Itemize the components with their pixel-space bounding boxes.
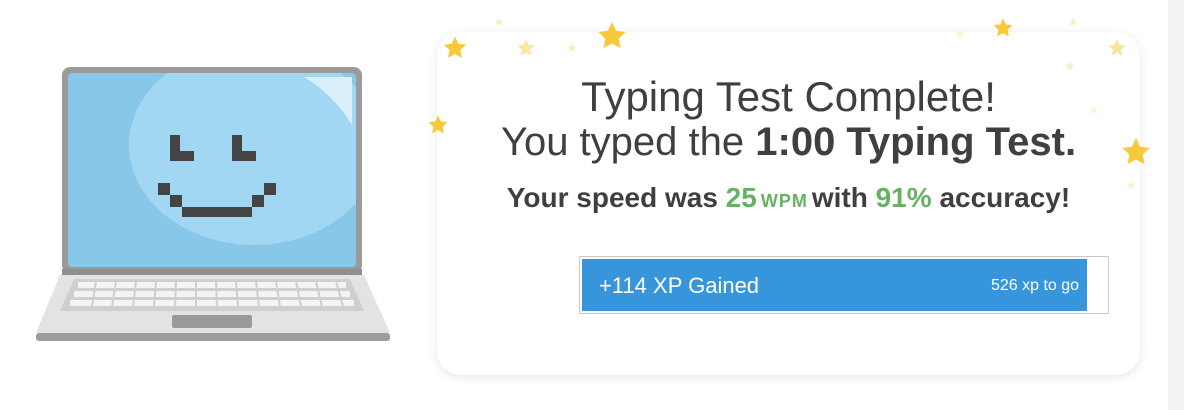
right-rail <box>1168 0 1184 410</box>
wpm-value: 25 <box>725 182 757 213</box>
accuracy-value: 91% <box>875 182 932 213</box>
result-title: Typing Test Complete! <box>581 73 996 120</box>
star-icon <box>1108 39 1126 56</box>
star-icon <box>1065 61 1075 70</box>
xp-remaining-label: 526 xp to go <box>991 277 1080 294</box>
star-icon <box>428 115 448 134</box>
wpm-unit: WPM <box>760 191 808 211</box>
star-icon <box>567 43 577 52</box>
star-icon <box>1126 180 1136 189</box>
star-icon <box>955 29 965 38</box>
speed-middle: with <box>811 182 868 213</box>
result-card: Typing Test Complete! You typed the 1:00… <box>437 32 1140 375</box>
star-icon <box>443 36 467 58</box>
star-icon <box>598 22 626 49</box>
star-icon <box>1068 17 1078 26</box>
speed-suffix: accuracy! <box>939 182 1071 213</box>
star-icon <box>993 18 1013 37</box>
speed-prefix: Your speed was <box>506 182 718 213</box>
star-icon <box>1122 138 1150 165</box>
test-summary-prefix: You typed the <box>500 120 745 164</box>
speed-summary: Your speed was 25 WPM with 91% accuracy! <box>437 182 1140 214</box>
test-summary: You typed the 1:00 Typing Test. <box>437 120 1140 165</box>
xp-progress-bar: +114 XP Gained 526 xp to go <box>579 256 1109 314</box>
test-name: 1:00 Typing Test. <box>755 120 1077 164</box>
star-icon <box>1089 105 1099 114</box>
star-icon <box>517 39 535 56</box>
xp-gained-label: +114 XP Gained <box>599 273 760 298</box>
star-icon <box>494 17 504 26</box>
smiling-laptop-icon <box>34 65 394 347</box>
